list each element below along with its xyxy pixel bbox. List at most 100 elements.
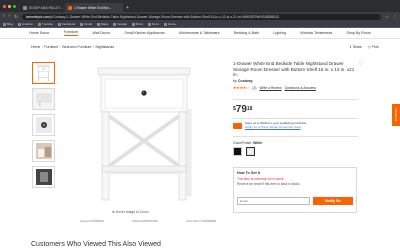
nav-item-bedding-bath[interactable]: Bedding & Bath [234, 31, 259, 35]
brand-link[interactable]: Costway [238, 79, 253, 83]
model-number: Model # HW63570WH [132, 220, 159, 223]
divider [233, 136, 358, 137]
thumbnail-3[interactable] [32, 114, 55, 136]
nightstand-thumbnail-icon [37, 64, 50, 81]
share-icon: ⇪ [349, 45, 352, 49]
color-swatches [233, 147, 255, 156]
favorite-heart-icon[interactable]: ♡ [358, 61, 363, 67]
close-window-icon[interactable] [3, 4, 6, 8]
bookmark-icon [148, 22, 152, 26]
browser-tab-product[interactable]: 1 Drawer White End Bes... [65, 3, 123, 12]
nav-item-furniture[interactable]: Furniture [63, 30, 79, 36]
home-depot-favicon-icon [68, 5, 72, 10]
dimensions-thumbnail-icon [35, 169, 52, 185]
bookmark-item[interactable]: Docs [148, 22, 159, 26]
email-input[interactable] [237, 197, 310, 205]
also-viewed-heading: Customers Who Viewed This Also Viewed [31, 241, 161, 248]
review-count[interactable]: (3) [252, 86, 256, 90]
drawer-detail-thumbnail-icon [36, 93, 51, 106]
nav-item-shop-by-room[interactable]: Shop By Room [347, 31, 371, 35]
color-finish-label: Color/Finish: White [233, 141, 263, 145]
print-button[interactable]: ⎙ Print [368, 45, 379, 49]
bookmark-item[interactable]: Google [113, 22, 127, 26]
bookmark-icon [113, 22, 117, 26]
nav-item-wall-decor[interactable]: Wall Decor [93, 31, 110, 35]
knob-detail-thumbnail-icon [35, 117, 52, 133]
store-sku: Store SKU # 1005450882 [186, 220, 216, 223]
thumbnail-2[interactable] [32, 88, 55, 110]
room-scene-thumbnail-icon [35, 143, 52, 159]
menu-dots-icon[interactable]: ⋮ [393, 14, 397, 19]
bookmark-icon [38, 22, 42, 26]
browser-window: 03 SEP-MAX PALLET... 1 Drawer White End … [0, 0, 400, 250]
bookmark-icon [18, 22, 22, 26]
star-rating-icon[interactable]: ★★★★☆ [233, 85, 250, 90]
white-nightstand-image [97, 67, 192, 201]
rating-row: ★★★★☆ (3) Write a Review Questions & Ans… [233, 85, 316, 90]
back-in-stock-message: Receive an email if this item is back in… [237, 182, 301, 186]
nav-item-window-treatments[interactable]: Window Treatments [300, 31, 332, 35]
bookmark-item[interactable]: Maps [96, 22, 108, 26]
bookmark-item[interactable]: Home [163, 22, 176, 26]
divider [233, 99, 358, 100]
bookmark-icon [80, 22, 84, 26]
forward-arrow-icon[interactable]: › [9, 14, 11, 19]
swatch-black[interactable] [233, 147, 242, 156]
minimize-window-icon[interactable] [8, 4, 11, 8]
main-product-image[interactable] [65, 60, 220, 222]
bookmark-icon [132, 22, 135, 26]
nav-item-kitchenware[interactable]: Kitchenware & Tableware [179, 31, 220, 35]
thumbnail-4[interactable] [32, 140, 55, 162]
print-icon: ⎙ [367, 45, 371, 49]
bookmark-item[interactable]: Amazon [18, 22, 33, 26]
url-host: homedepot.com [25, 14, 50, 19]
internet-number: Internet #317588146 [80, 220, 104, 223]
breadcrumb-furniture[interactable]: Furniture [44, 45, 58, 49]
questions-answers-link[interactable]: Questions & Answers [285, 86, 316, 90]
back-arrow-icon[interactable]: ‹ [3, 14, 5, 19]
thumbnail-1[interactable] [32, 62, 55, 84]
notify-me-button[interactable]: Notify Me [313, 197, 353, 205]
bookmark-item[interactable]: Blog [3, 22, 13, 26]
swatch-white[interactable] [246, 147, 255, 156]
site-category-nav: Home Decor Furniture Wall Decor Small Ki… [0, 28, 400, 39]
write-review-link[interactable]: Write a Review [259, 86, 281, 90]
bookmark-item[interactable]: Facebook [57, 22, 75, 26]
url-field[interactable]: homedepot.com /p/Costway-1-Drawer-White-… [21, 13, 382, 20]
nav-item-small-kitchen-appliances[interactable]: Small Kitchen Appliances [124, 31, 164, 35]
bookmark-item[interactable]: Drive [132, 22, 143, 26]
share-button[interactable]: ⇪ Share [349, 45, 362, 49]
share-print-links: ⇪ Share ⎙ Print [349, 45, 379, 49]
star-bookmark-icon[interactable]: ☆ [385, 14, 389, 19]
hover-to-zoom-hint: ⊕ Hover Image to Zoom [112, 210, 149, 214]
thumbnail-5[interactable] [32, 166, 55, 188]
breadcrumb-separator: / [59, 45, 61, 49]
window-controls [3, 4, 16, 8]
nav-item-home-decor[interactable]: Home Decor [29, 31, 49, 35]
new-tab-button[interactable]: + [123, 3, 132, 12]
credit-card-promo: Save up to $100 on your qualifying purch… [233, 121, 307, 130]
breadcrumb-bedroom-furniture[interactable]: Bedroom Furniture [62, 45, 91, 49]
thumbnail-column [32, 62, 58, 192]
apply-card-link[interactable]: Apply for a Home Depot Consumer Card [245, 125, 307, 130]
tab-bar: 03 SEP-MAX PALLET... 1 Drawer White End … [0, 0, 400, 12]
product-price: $ 79 18 [233, 104, 253, 115]
tab-label: 1 Drawer White End Bes... [74, 5, 112, 10]
bookmark-item[interactable]: Youtube [38, 22, 53, 26]
bookmark-icon [96, 22, 100, 26]
brand-line: by Costway [233, 79, 253, 83]
reload-icon[interactable]: ↻ [14, 14, 17, 19]
breadcrumb-separator: / [41, 45, 43, 49]
feedback-tab[interactable]: Feedback [392, 104, 400, 126]
tab-label: 03 SEP-MAX PALLET... [29, 5, 63, 10]
breadcrumb-home[interactable]: Home [31, 45, 40, 49]
product-identifiers: Internet #317588146 Model # HW63570WH St… [80, 220, 216, 223]
breadcrumb-nightstands[interactable]: Nightstands [96, 45, 114, 49]
notify-form: Notify Me [237, 197, 353, 205]
browser-tab-pallet[interactable]: 03 SEP-MAX PALLET... [20, 3, 65, 12]
bookmark-item[interactable]: Gmail [80, 22, 92, 26]
credit-card-icon [233, 122, 242, 129]
nav-item-lighting[interactable]: Lighting [273, 31, 286, 35]
breadcrumb-separator: / [93, 45, 94, 49]
maximize-window-icon[interactable] [13, 4, 16, 8]
